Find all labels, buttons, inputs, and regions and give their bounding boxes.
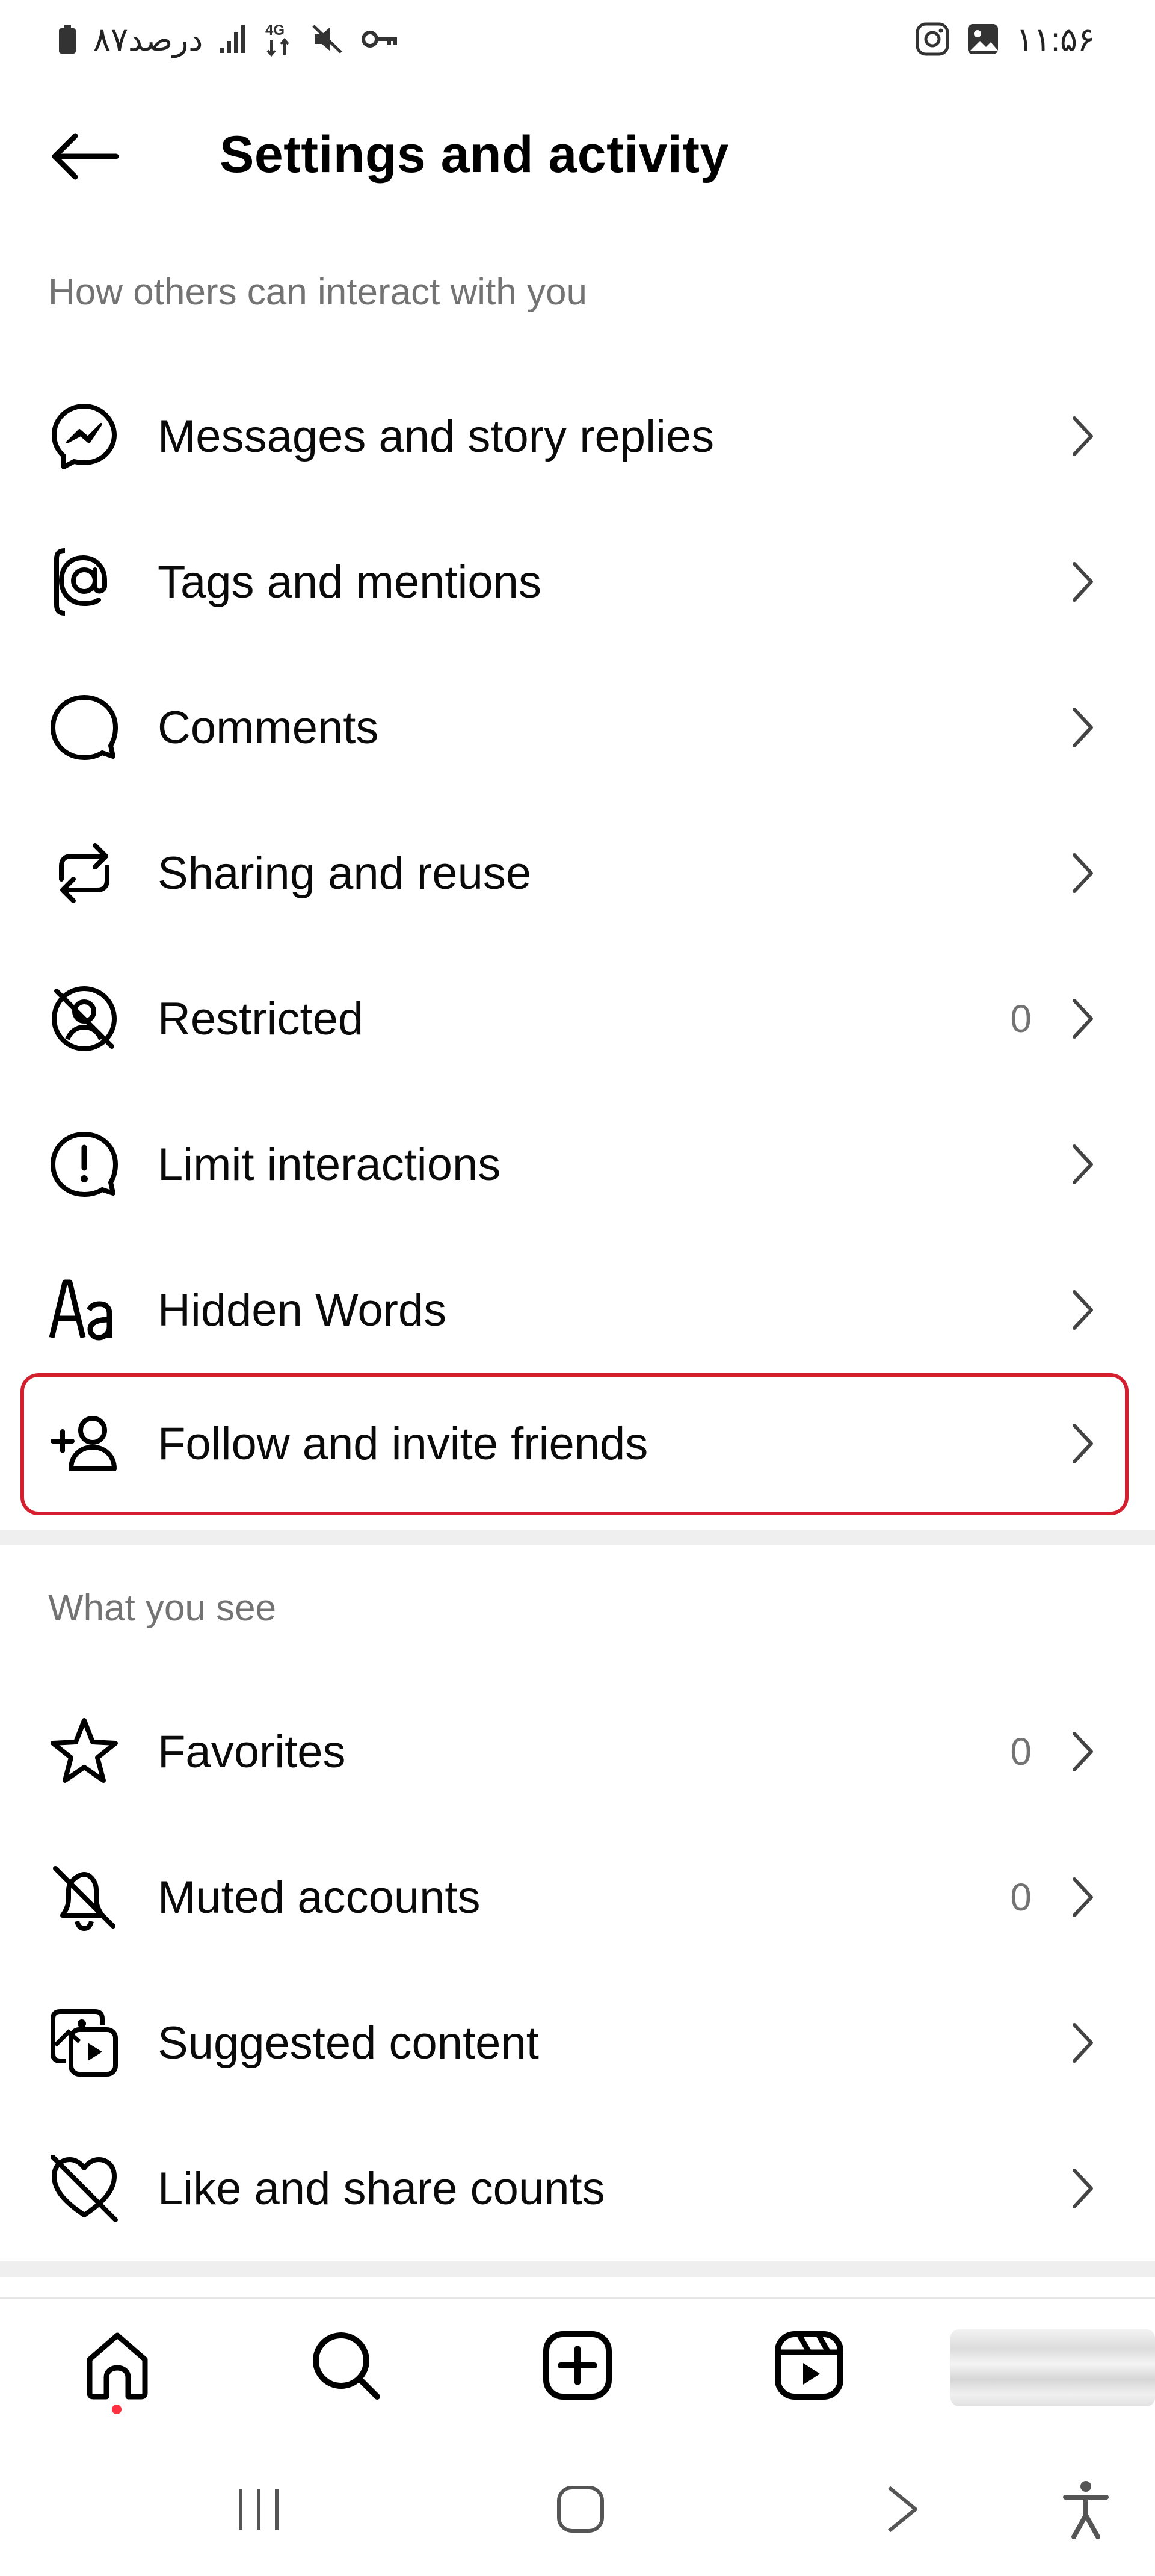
- restricted-icon: [45, 980, 123, 1058]
- chevron-right-icon: [1065, 846, 1101, 900]
- menu-item-sharing-and-reuse[interactable]: Sharing and reuse: [0, 800, 1155, 946]
- gallery-icon: [966, 22, 1000, 57]
- menu-item-label: Limit interactions: [158, 1138, 501, 1190]
- section-divider: [0, 1530, 1155, 1545]
- network-type-label: 4G: [265, 22, 285, 39]
- nav-reels-button[interactable]: [767, 2323, 851, 2408]
- reels-icon: [775, 2331, 843, 2400]
- menu-item-label: Favorites: [158, 1726, 346, 1778]
- nav-search-button[interactable]: [304, 2323, 388, 2408]
- home-circle-icon[interactable]: [550, 2479, 611, 2539]
- menu-item-label: Messages and story replies: [158, 410, 715, 462]
- create-icon: [543, 2331, 612, 2400]
- alert-bubble-icon: [45, 1125, 123, 1203]
- menu-item-count: 0: [1010, 1876, 1032, 1919]
- chevron-right-icon: [1065, 555, 1101, 609]
- menu-item-muted-accounts[interactable]: Muted accounts 0: [0, 1824, 1155, 1970]
- chevron-right-icon: [1065, 2016, 1101, 2070]
- nav-create-button[interactable]: [535, 2323, 620, 2408]
- section-title-interactions: How others can interact with you: [48, 271, 587, 313]
- menu-item-count: 0: [1010, 1730, 1032, 1773]
- chevron-right-icon: [1065, 1137, 1101, 1191]
- section-title-what-you-see: What you see: [48, 1587, 277, 1629]
- bell-off-icon: [45, 1858, 123, 1936]
- mute-icon: [311, 23, 345, 55]
- page-header: Settings and activity: [0, 108, 1155, 205]
- arrow-left-icon: [52, 133, 119, 180]
- data-4g-icon: 4G: [263, 20, 295, 58]
- menu-item-hidden-words[interactable]: Hidden Words: [0, 1237, 1155, 1383]
- system-navigation-bar: [0, 2437, 1155, 2576]
- chevron-right-icon: [1065, 409, 1101, 463]
- menu-item-favorites[interactable]: Favorites 0: [0, 1679, 1155, 1824]
- comment-bubble-icon: [45, 688, 123, 767]
- signal-icon: [218, 24, 247, 54]
- back-chevron-icon[interactable]: [878, 2479, 926, 2539]
- menu-item-suggested-content[interactable]: Suggested content: [0, 1970, 1155, 2116]
- bottom-nav-bar: [0, 2297, 1155, 2438]
- menu-item-comments[interactable]: Comments: [0, 655, 1155, 800]
- recents-icon[interactable]: [232, 2479, 286, 2539]
- clock: ۱۱:۵۶: [1015, 21, 1095, 58]
- menu-item-tags-and-mentions[interactable]: Tags and mentions: [0, 509, 1155, 655]
- menu-item-messages-and-story-replies[interactable]: Messages and story replies: [0, 363, 1155, 509]
- chevron-right-icon: [1065, 1870, 1101, 1924]
- menu-item-label: Muted accounts: [158, 1871, 481, 1923]
- menu-item-label: Suggested content: [158, 2017, 539, 2069]
- chevron-right-icon: [1065, 1283, 1101, 1337]
- menu-item-label: Like and share counts: [158, 2163, 605, 2214]
- page-title: Settings and activity: [220, 126, 729, 184]
- instagram-icon: [915, 22, 950, 57]
- media-play-icon: [45, 2004, 123, 2082]
- accessibility-icon[interactable]: [1059, 2479, 1113, 2539]
- heart-off-icon: [45, 2149, 123, 2228]
- search-icon: [313, 2332, 380, 2400]
- menu-item-like-and-share-counts[interactable]: Like and share counts: [0, 2116, 1155, 2261]
- menu-item-label: Hidden Words: [158, 1284, 447, 1336]
- back-button[interactable]: [48, 126, 120, 187]
- menu-item-label: Sharing and reuse: [158, 847, 532, 899]
- chevron-right-icon: [1065, 992, 1101, 1046]
- home-icon: [87, 2332, 148, 2400]
- messenger-icon: [45, 397, 123, 475]
- menu-item-label: Comments: [158, 702, 379, 753]
- battery-icon: [57, 23, 78, 55]
- vpn-key-icon: [360, 27, 400, 51]
- profile-avatar[interactable]: [950, 2329, 1155, 2406]
- menu-item-label: Tags and mentions: [158, 556, 541, 608]
- menu-item-count: 0: [1010, 997, 1032, 1040]
- menu-item-label: Restricted: [158, 993, 364, 1045]
- star-icon: [45, 1713, 123, 1791]
- chevron-right-icon: [1065, 700, 1101, 755]
- menu-item-limit-interactions[interactable]: Limit interactions: [0, 1092, 1155, 1237]
- text-aa-icon: [45, 1271, 123, 1349]
- status-bar: ۸۷درصد 4G ۱۱:۵۶: [0, 0, 1155, 72]
- home-notification-dot: [112, 2405, 122, 2414]
- status-bar-left: ۸۷درصد 4G: [57, 18, 400, 60]
- at-sign-icon: [45, 543, 123, 621]
- chevron-right-icon: [1065, 1725, 1101, 1779]
- chevron-right-icon: [1065, 2161, 1101, 2216]
- repost-icon: [45, 834, 123, 912]
- highlight-box: [20, 1373, 1129, 1515]
- section-divider: [0, 2261, 1155, 2277]
- status-bar-right: ۱۱:۵۶: [915, 18, 1095, 60]
- menu-item-restricted[interactable]: Restricted 0: [0, 946, 1155, 1092]
- nav-home-button[interactable]: [75, 2323, 159, 2408]
- battery-percent: ۸۷درصد: [93, 21, 203, 58]
